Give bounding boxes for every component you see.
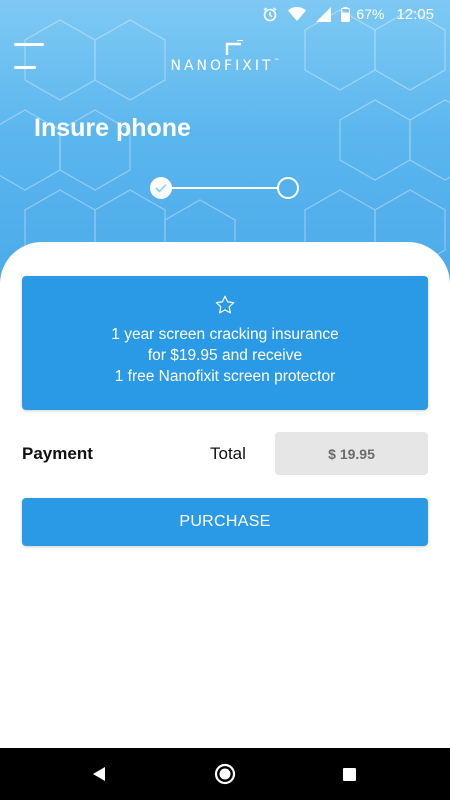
wifi-icon [288, 7, 307, 21]
hamburger-menu-icon[interactable] [14, 43, 48, 69]
home-icon[interactable] [214, 763, 236, 785]
check-icon [155, 183, 167, 193]
star-icon [215, 295, 235, 314]
offer-line-3: 1 free Nanofixit screen protector [114, 368, 336, 385]
status-clock: 12:05 [396, 5, 434, 23]
payment-row: Payment Total $ 19.95 [22, 432, 428, 475]
offer-line-2: for $19.95 and receive [147, 347, 303, 364]
offer-card: 1 year screen cracking insurance for $19… [22, 276, 428, 410]
logo-text: NANOFIXIT [170, 58, 274, 74]
offer-description: 1 year screen cracking insurance for $19… [22, 324, 428, 387]
back-icon[interactable] [91, 766, 107, 782]
menu-line-bottom [14, 66, 36, 69]
step-2-pending [277, 177, 299, 199]
step-1-completed [150, 177, 172, 199]
purchase-button[interactable]: PURCHASE [22, 498, 428, 546]
total-value: $ 19.95 [275, 432, 428, 475]
status-bar: 67% 12:05 [0, 0, 450, 28]
payment-label: Payment [22, 444, 93, 463]
page-title: Insure phone [34, 114, 191, 142]
nanofixit-logo: NANOFIXIT™ [165, 40, 285, 74]
recents-icon[interactable] [343, 768, 356, 781]
alarm-icon [262, 6, 278, 22]
stepper-line [172, 187, 278, 189]
progress-stepper [150, 176, 300, 200]
logo-trademark: ™ [273, 58, 280, 65]
menu-line-top [14, 43, 44, 46]
system-navigation-bar [0, 748, 450, 800]
signal-icon [316, 6, 332, 22]
battery-percentage: 67% [356, 6, 385, 22]
offer-line-1: 1 year screen cracking insurance [111, 326, 339, 343]
logo-mark-icon [225, 40, 243, 55]
battery-icon [341, 6, 351, 22]
total-label: Total [210, 444, 246, 463]
